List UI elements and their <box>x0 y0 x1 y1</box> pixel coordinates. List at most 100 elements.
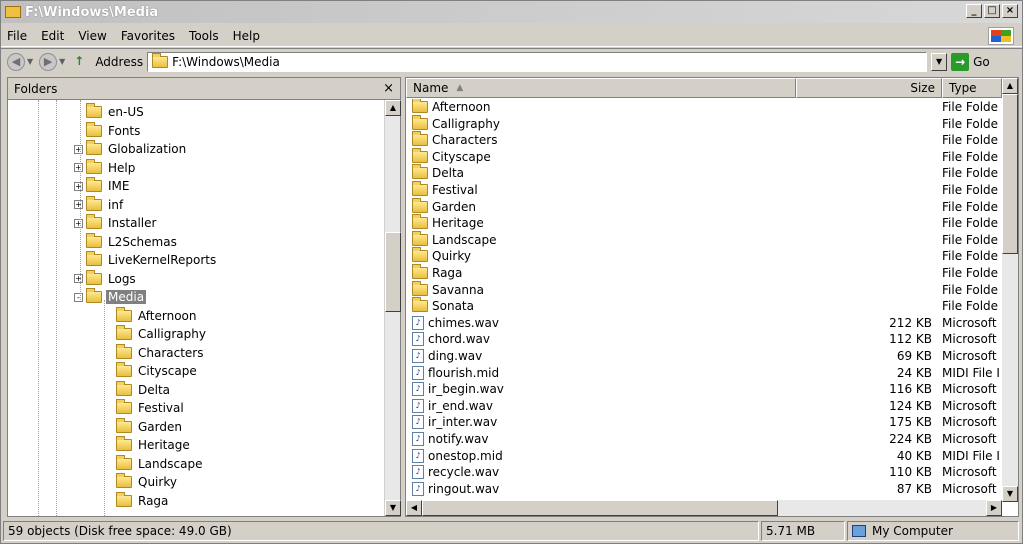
maximize-button[interactable]: □ <box>984 4 1000 18</box>
collapse-icon[interactable]: - <box>74 292 83 302</box>
close-folders-pane-icon[interactable]: × <box>383 81 394 96</box>
list-item-type: Microsoft <box>942 398 997 413</box>
tree-item[interactable]: Landscape <box>104 454 204 473</box>
list-item-size: 110 KB <box>889 465 932 480</box>
list-item[interactable]: Sonata File Folde <box>406 297 1002 314</box>
list-item[interactable]: Delta File Folde <box>406 164 1002 181</box>
list-item[interactable]: ♪ ringout.wav 87 KB Microsoft <box>406 481 1002 497</box>
list-item[interactable]: ♪ ir_end.wav 124 KB Microsoft <box>406 398 1002 414</box>
list-item[interactable]: Garden File Folde <box>406 197 1002 215</box>
list-item[interactable]: ♪ ding.wav 69 KB Microsoft <box>406 348 1002 364</box>
list-item-name-cell: Afternoon <box>406 99 796 114</box>
tree-item-label: Calligraphy <box>138 327 206 341</box>
tree-item[interactable]: Festival <box>104 399 186 417</box>
list-item[interactable]: ♪ chord.wav 112 KB Microsoft <box>406 331 1002 347</box>
menu-tools[interactable]: Tools <box>189 29 219 43</box>
list-scroll-thumb[interactable] <box>1002 94 1018 254</box>
list-item-size: 24 KB <box>896 365 932 380</box>
expand-icon[interactable]: + <box>74 144 83 154</box>
menu-favorites[interactable]: Favorites <box>121 29 175 43</box>
menu-view[interactable]: View <box>78 29 106 43</box>
list-item-size: 124 KB <box>889 398 932 413</box>
column-header-type[interactable]: Type <box>942 78 1002 98</box>
tree-item[interactable]: + Help <box>74 158 137 177</box>
back-dropdown-icon[interactable]: ▼ <box>27 57 33 66</box>
up-folder-icon[interactable]: ↑ <box>71 54 87 70</box>
folder-icon <box>412 264 428 279</box>
column-header-size[interactable]: Size <box>796 78 942 98</box>
scroll-up-icon[interactable]: ▲ <box>1002 78 1018 94</box>
list-item[interactable]: Afternoon File Folde <box>406 99 1002 115</box>
list-item[interactable]: ♪ chimes.wav 212 KB Microsoft <box>406 315 1002 331</box>
menu-file[interactable]: File <box>7 29 27 43</box>
address-dropdown-button[interactable]: ▼ <box>931 52 948 71</box>
forward-dropdown-icon[interactable]: ▼ <box>59 57 65 66</box>
address-input[interactable]: F:\Windows\Media <box>147 51 928 72</box>
forward-icon[interactable]: ▶ <box>39 52 58 71</box>
tree-item[interactable]: + Globalization <box>74 140 188 158</box>
windows-logo-icon <box>988 27 1014 45</box>
list-item[interactable]: Heritage File Folde <box>406 214 1002 231</box>
list-vertical-scrollbar[interactable]: ▲ ▼ <box>1002 78 1018 502</box>
close-button[interactable]: × <box>1002 4 1018 18</box>
tree-item[interactable]: - Media <box>74 288 147 306</box>
expand-icon[interactable]: + <box>74 274 83 283</box>
list-item[interactable]: Cityscape File Folde <box>406 147 1002 165</box>
minimize-button[interactable]: _ <box>966 4 982 18</box>
tree-item[interactable]: Garden <box>104 417 184 436</box>
scroll-down-icon[interactable]: ▼ <box>385 500 401 516</box>
list-hscroll-thumb[interactable] <box>422 500 778 516</box>
scroll-left-icon[interactable]: ◀ <box>406 500 422 516</box>
list-item-size: 112 KB <box>889 332 932 347</box>
tree-item[interactable]: LiveKernelReports <box>74 251 218 269</box>
list-item[interactable]: ♪ notify.wav 224 KB Microsoft <box>406 431 1002 447</box>
tree-item[interactable]: en-US <box>74 103 146 121</box>
scroll-down-icon[interactable]: ▼ <box>1002 486 1018 502</box>
go-button[interactable]: → Go <box>951 52 990 71</box>
list-item[interactable]: Festival File Folde <box>406 181 1002 198</box>
list-item[interactable]: ♪ onestop.mid 40 KB MIDI File I <box>406 448 1002 464</box>
list-item[interactable]: ♪ recycle.wav 110 KB Microsoft <box>406 464 1002 480</box>
tree-item[interactable]: + IME <box>74 177 131 195</box>
folder-icon <box>86 177 102 192</box>
tree-item-label: Globalization <box>108 142 187 156</box>
scroll-up-icon[interactable]: ▲ <box>385 100 401 116</box>
list-item[interactable]: ♪ ir_inter.wav 175 KB Microsoft <box>406 414 1002 430</box>
expand-icon[interactable]: + <box>74 200 83 209</box>
title-bar[interactable]: F:\Windows\Media _ □ × <box>1 1 1022 23</box>
expand-icon[interactable]: + <box>74 181 83 191</box>
tree-vertical-scrollbar[interactable]: ▲ ▼ <box>384 100 401 516</box>
tree-item[interactable]: Raga <box>104 491 170 510</box>
tree-item[interactable]: Fonts <box>74 121 142 140</box>
expand-icon[interactable]: + <box>74 218 83 228</box>
back-icon[interactable]: ◀ <box>7 52 25 71</box>
tree-item[interactable]: Characters <box>104 343 206 362</box>
tree-scroll-thumb[interactable] <box>385 232 401 312</box>
menu-help[interactable]: Help <box>233 29 260 43</box>
column-header-name[interactable]: Name ▲ <box>406 78 796 98</box>
menu-edit[interactable]: Edit <box>41 29 64 43</box>
list-item[interactable]: ♪ ir_begin.wav 116 KB Microsoft <box>406 381 1002 397</box>
list-horizontal-scrollbar[interactable]: ◀ ▶ <box>406 500 1002 516</box>
list-item[interactable]: Raga File Folde <box>406 264 1002 281</box>
list-item[interactable]: Characters File Folde <box>406 131 1002 148</box>
tree-item[interactable]: + Installer <box>74 214 158 232</box>
list-item-name: Delta <box>432 166 465 181</box>
tree-item[interactable]: + inf <box>74 195 125 214</box>
list-item[interactable]: Landscape File Folde <box>406 230 1002 248</box>
list-item[interactable]: Quirky File Folde <box>406 247 1002 264</box>
tree-item[interactable]: Quirky <box>104 473 179 491</box>
list-item[interactable]: Calligraphy File Folde <box>406 114 1002 132</box>
list-item[interactable]: ♪ flourish.mid 24 KB MIDI File I <box>406 365 1002 381</box>
tree-item[interactable]: Delta <box>104 380 172 399</box>
tree-item[interactable]: Heritage <box>104 436 192 454</box>
scroll-right-icon[interactable]: ▶ <box>986 500 1002 516</box>
list-item[interactable]: Savanna File Folde <box>406 280 1002 298</box>
file-list-pane: Name ▲ Size Type Afternoon File Folde Calli… <box>405 77 1019 517</box>
tree-item[interactable]: L2Schemas <box>74 232 179 251</box>
tree-item[interactable]: Cityscape <box>104 362 199 380</box>
tree-item[interactable]: Afternoon <box>104 306 199 325</box>
tree-item[interactable]: Calligraphy <box>104 325 208 343</box>
tree-item[interactable]: + Logs <box>74 269 138 288</box>
expand-icon[interactable]: + <box>74 163 83 172</box>
